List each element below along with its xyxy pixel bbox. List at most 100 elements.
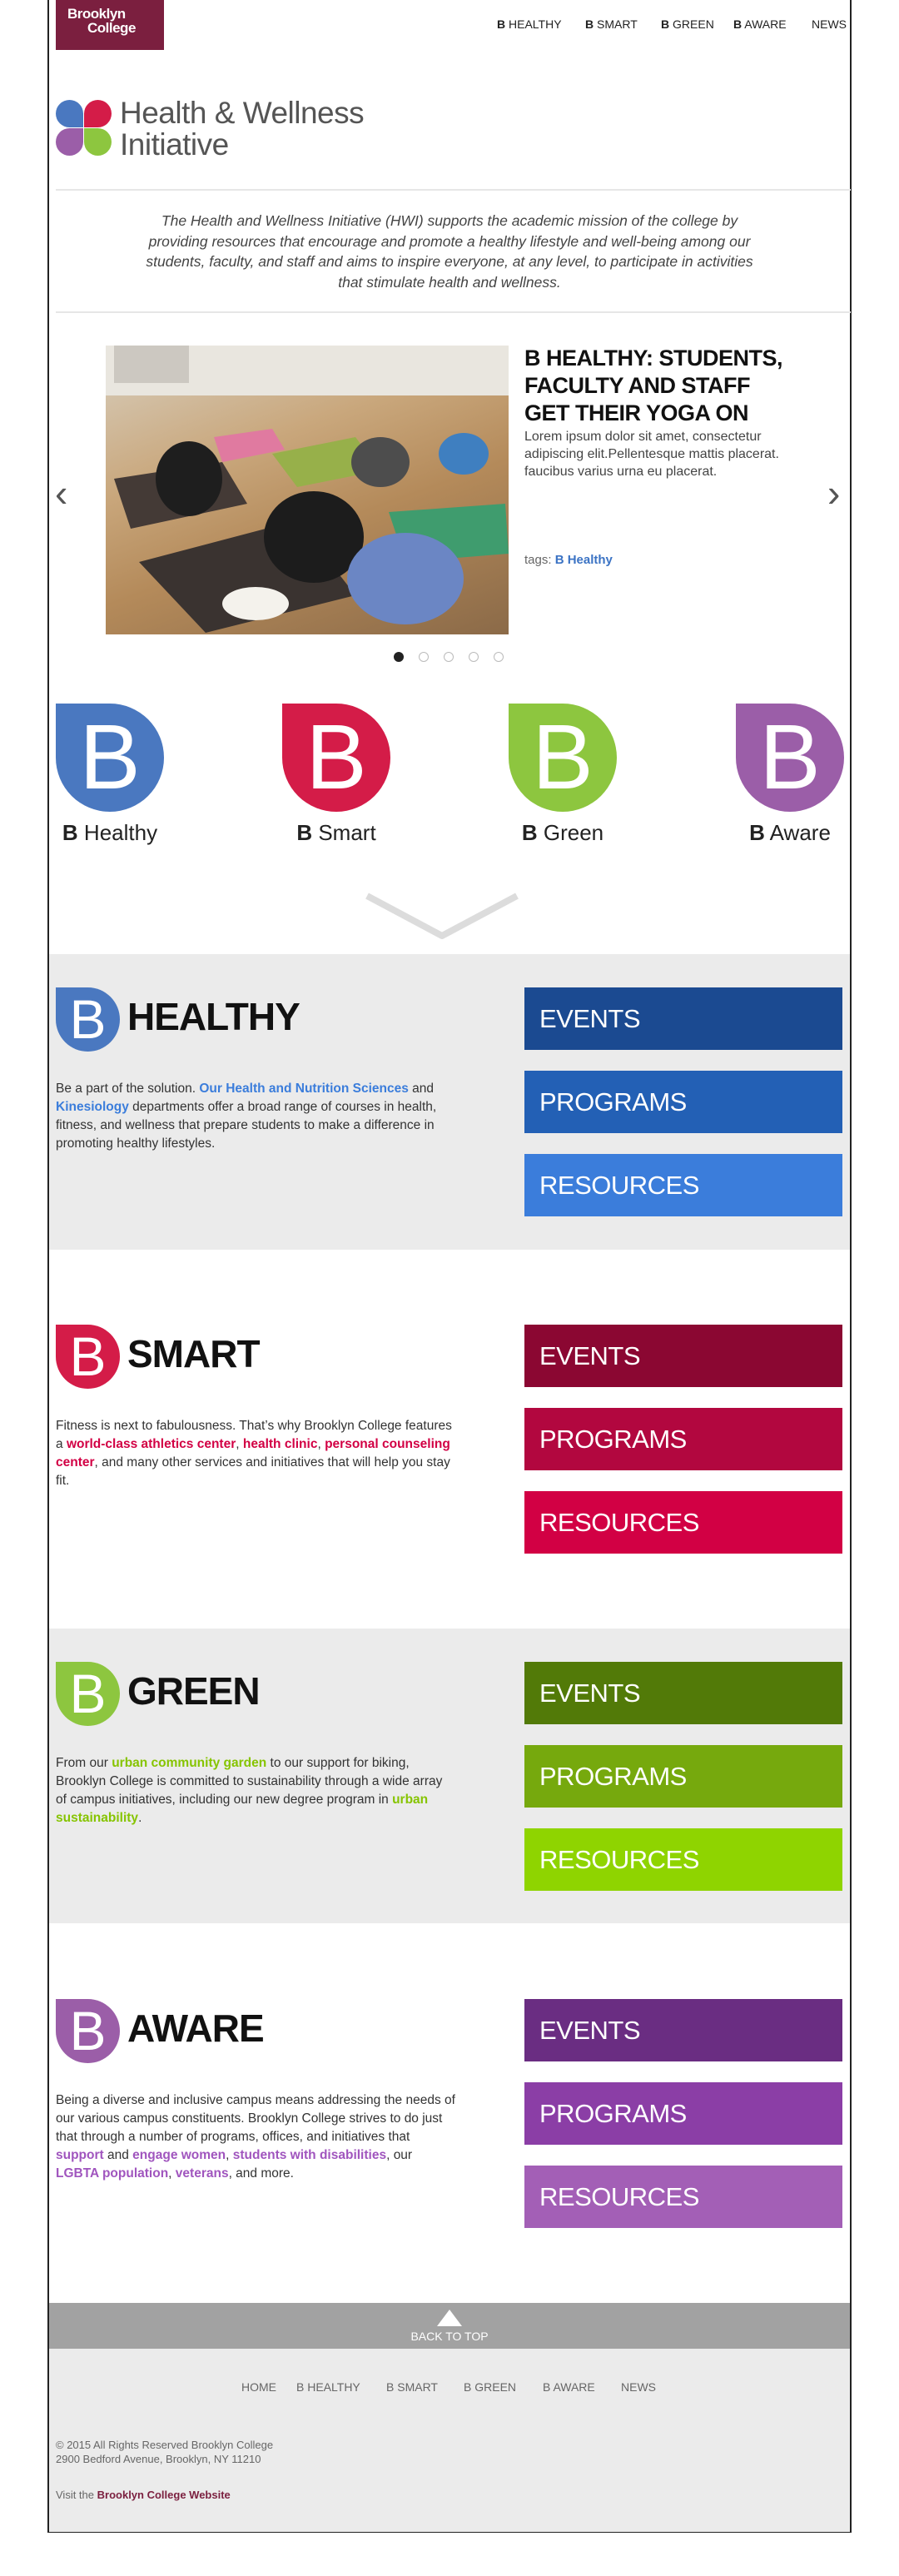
section-link[interactable]: support: [56, 2148, 104, 2162]
section-text: Being a diverse and inclusive campus mea…: [56, 2093, 455, 2144]
section-title: SMART: [127, 1332, 261, 1375]
smart-events-button[interactable]: EVENTS: [524, 1325, 842, 1387]
nav-b-healthy[interactable]: B HEALTHY: [497, 17, 562, 31]
section-link[interactable]: engage women: [132, 2148, 226, 2162]
footer-nav-b-healthy[interactable]: B HEALTHY: [296, 2380, 360, 2394]
b-aware-icon[interactable]: B: [736, 704, 844, 812]
visit-prefix: Visit the: [56, 2489, 95, 2501]
nav-b-green[interactable]: B GREEN: [661, 17, 714, 31]
aware-events-button[interactable]: EVENTS: [524, 1999, 842, 2061]
nav-news[interactable]: NEWS: [812, 17, 847, 31]
carousel-dot-1[interactable]: [394, 652, 404, 662]
aware-programs-button[interactable]: PROGRAMS: [524, 2082, 842, 2145]
hwi-clover-icon: [56, 100, 112, 157]
pillar-name: Aware: [769, 820, 831, 845]
b-healthy-icon: B: [56, 987, 120, 1052]
petal-red: [84, 100, 112, 127]
pillar-label-healthy[interactable]: B Healthy: [27, 820, 193, 846]
footer-nav-b-smart[interactable]: B SMART: [386, 2380, 438, 2394]
section-link[interactable]: students with disabilities: [233, 2148, 386, 2162]
nav-b-smart[interactable]: B SMART: [585, 17, 638, 31]
nav-label: NEWS: [812, 17, 847, 31]
section-text: , and more.: [228, 2166, 294, 2181]
section-text: ,: [168, 2166, 176, 2181]
section-link[interactable]: world-class athletics center: [67, 1437, 236, 1451]
brooklyn-college-website-link[interactable]: Brooklyn College Website: [97, 2489, 231, 2501]
chevron-right-icon[interactable]: ›: [827, 474, 844, 512]
address: 2900 Bedford Avenue, Brooklyn, NY 11210: [56, 2453, 261, 2465]
pillar-b: B: [296, 820, 313, 845]
footer-nav-home[interactable]: HOME: [241, 2380, 276, 2394]
nav-label: GREEN: [673, 17, 714, 31]
section-text: ,: [317, 1437, 325, 1451]
scroll-down-chevron-icon[interactable]: [364, 891, 520, 941]
tags-label: tags:: [524, 553, 552, 567]
slide-image-yoga[interactable]: [106, 346, 509, 634]
nav-b: B: [497, 17, 506, 31]
section-text: , and many other services and initiative…: [56, 1455, 450, 1488]
section-link[interactable]: Kinesiology: [56, 1100, 129, 1114]
carousel-dot-5[interactable]: [494, 652, 504, 662]
pillar-b: B: [62, 820, 78, 845]
arrow-up-icon: [437, 2310, 462, 2326]
section-text: ,: [226, 2148, 233, 2162]
pillar-label-aware[interactable]: B Aware: [707, 820, 873, 846]
section-description: Being a diverse and inclusive campus mea…: [56, 2091, 455, 2183]
healthy-programs-button[interactable]: PROGRAMS: [524, 1071, 842, 1133]
footer-nav-b-green[interactable]: B GREEN: [464, 2380, 516, 2394]
section-link[interactable]: Our Health and Nutrition Sciences: [199, 1082, 409, 1096]
nav-b: B: [661, 17, 670, 31]
b-healthy-icon[interactable]: B: [56, 704, 164, 812]
b-green-icon: B: [56, 1662, 120, 1726]
smart-resources-button[interactable]: RESOURCES: [524, 1491, 842, 1554]
slide-text: Lorem ipsum dolor sit amet, consectetur …: [524, 430, 779, 479]
section-text: From our: [56, 1756, 112, 1770]
carousel-dot-2[interactable]: [419, 652, 429, 662]
section-link[interactable]: urban community garden: [112, 1756, 266, 1770]
pillar-label-smart[interactable]: B Smart: [253, 820, 420, 846]
nav-label: HEALTHY: [509, 17, 562, 31]
b-aware-icon: B: [56, 1999, 120, 2063]
green-resources-button[interactable]: RESOURCES: [524, 1828, 842, 1891]
carousel-dot-4[interactable]: [469, 652, 479, 662]
healthy-resources-button[interactable]: RESOURCES: [524, 1154, 842, 1216]
footer-nav-b-aware[interactable]: B AWARE: [543, 2380, 595, 2394]
logo-line-2: College: [87, 20, 136, 36]
nav-label: SMART: [597, 17, 638, 31]
aware-resources-button[interactable]: RESOURCES: [524, 2166, 842, 2228]
section-link[interactable]: LGBTA population: [56, 2166, 168, 2181]
pillar-name: Smart: [318, 820, 376, 845]
green-programs-button[interactable]: PROGRAMS: [524, 1745, 842, 1808]
section-link[interactable]: health clinic: [243, 1437, 318, 1451]
back-to-top-label: BACK TO TOP: [410, 2330, 489, 2343]
nav-b: B: [585, 17, 594, 31]
intro-text: The Health and Wellness Initiative (HWI)…: [146, 212, 753, 291]
yoga-photo: [106, 346, 509, 633]
slide-title[interactable]: B HEALTHY: STUDENTS, FACULTY AND STAFF G…: [524, 345, 799, 427]
pillar-b: B: [521, 820, 538, 845]
smart-programs-button[interactable]: PROGRAMS: [524, 1408, 842, 1470]
section-text: , our: [386, 2148, 413, 2162]
nav-b-aware[interactable]: B AWARE: [733, 17, 787, 31]
pillar-label-green[interactable]: B Green: [479, 820, 646, 846]
carousel-dot-3[interactable]: [444, 652, 454, 662]
section-text: ,: [236, 1437, 243, 1451]
slide-tags: tags: B Healthy: [524, 553, 613, 567]
brooklyn-college-logo[interactable]: Brooklyn College: [56, 0, 164, 50]
copyright: © 2015 All Rights Reserved Brooklyn Coll…: [56, 2439, 274, 2451]
petal-blue: [56, 100, 83, 127]
hwi-title-line-1: Health & Wellness: [120, 96, 365, 130]
back-to-top-button[interactable]: BACK TO TOP: [49, 2303, 850, 2349]
b-smart-icon: B: [56, 1325, 120, 1389]
healthy-events-button[interactable]: EVENTS: [524, 987, 842, 1050]
green-events-button[interactable]: EVENTS: [524, 1662, 842, 1724]
petal-purple: [56, 128, 83, 156]
divider: [56, 189, 851, 191]
tag-b-healthy[interactable]: B Healthy: [555, 553, 613, 567]
b-smart-icon[interactable]: B: [282, 704, 390, 812]
section-link[interactable]: veterans: [176, 2166, 229, 2181]
footer-nav-news[interactable]: NEWS: [621, 2380, 656, 2394]
b-green-icon[interactable]: B: [509, 704, 617, 812]
nav-b: B: [733, 17, 743, 31]
chevron-left-icon[interactable]: ‹: [55, 474, 72, 512]
